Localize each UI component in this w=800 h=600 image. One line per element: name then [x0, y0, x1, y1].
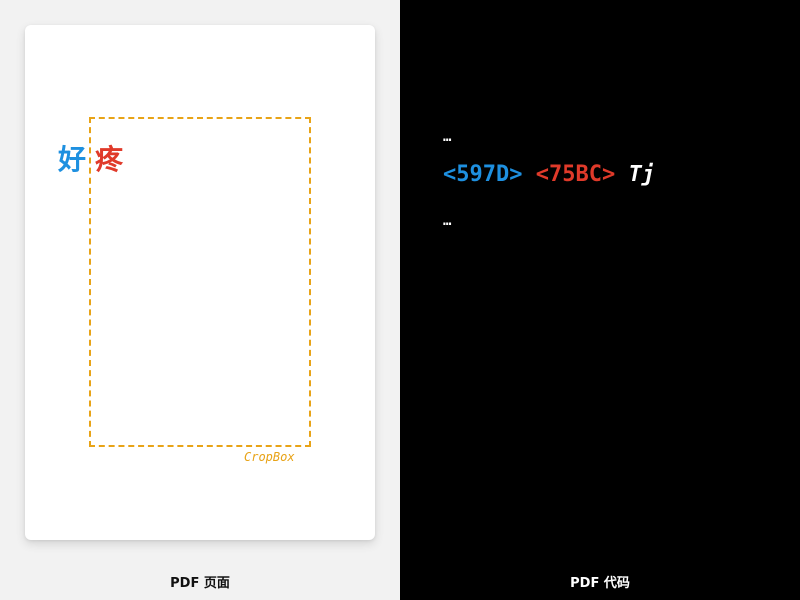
code-token-75bc: <75BC>: [535, 162, 616, 187]
code-line: <597D> <75BC> Tj: [443, 160, 655, 190]
code-ellipsis-bottom: …: [443, 213, 452, 229]
cropbox-label: CropBox: [244, 450, 295, 464]
code-operator-tj: Tj: [628, 162, 655, 187]
pdf-page-caption: PDF 页面: [170, 576, 230, 591]
code-ellipsis-top: …: [443, 129, 452, 145]
glyph-hao: 好: [58, 143, 87, 176]
pdf-code-panel: PDF 代码: [400, 0, 800, 600]
code-token-597d: <597D>: [443, 162, 523, 187]
pdf-page: CropBox 好 疼: [25, 25, 375, 540]
pdf-page-panel: CropBox 好 疼 PDF 页面: [0, 0, 400, 600]
pdf-code-caption: PDF 代码: [570, 576, 630, 591]
glyph-teng: 疼: [95, 143, 124, 176]
